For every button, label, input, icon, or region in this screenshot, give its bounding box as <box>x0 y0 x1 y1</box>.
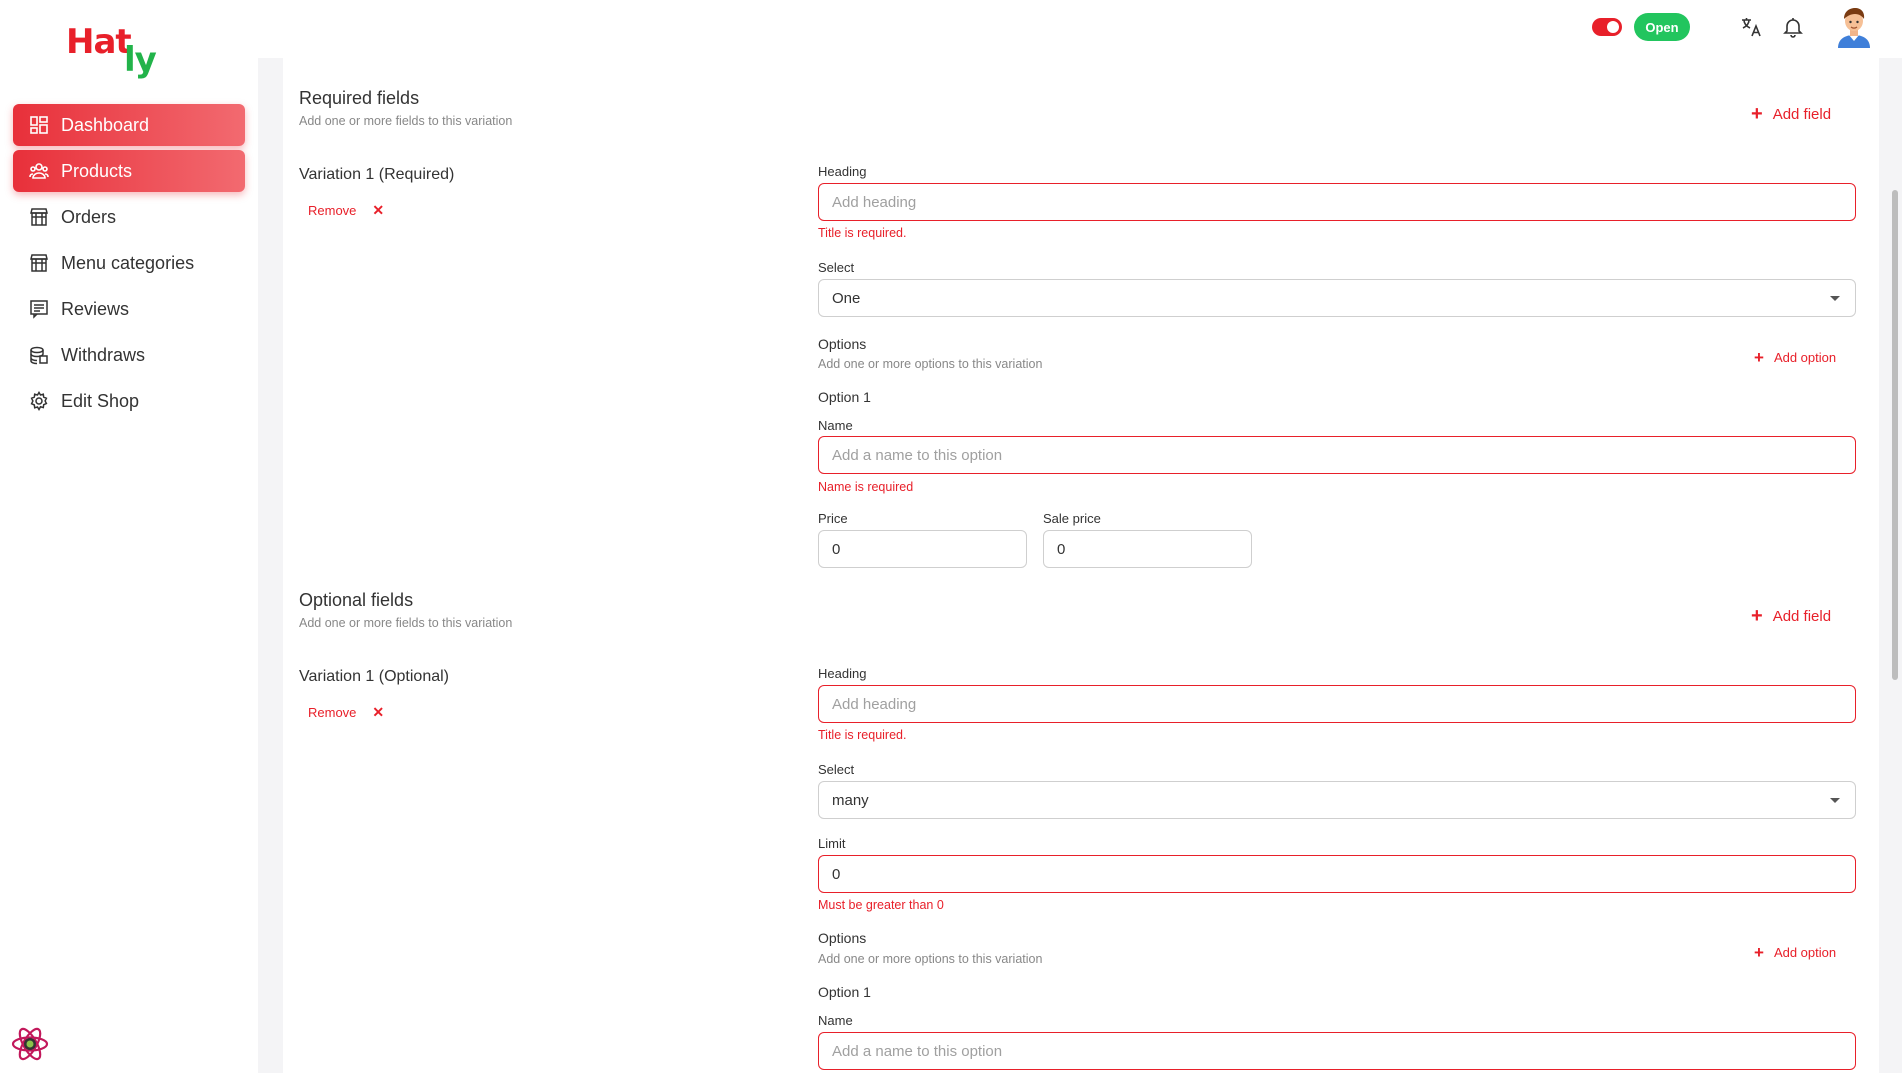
sidebar-nav: Dashboard Products Orders Menu categorie… <box>13 104 245 426</box>
sidebar-item-orders[interactable]: Orders <box>13 196 245 238</box>
sidebar-item-label: Edit Shop <box>61 390 140 411</box>
sidebar-item-label: Menu categories <box>61 252 195 273</box>
select-value: many <box>832 791 869 809</box>
option-title: Option 1 <box>818 984 871 1000</box>
logo-part-ly: ly <box>124 40 157 80</box>
select-label: Select <box>818 260 855 275</box>
sidebar-item-label: Reviews <box>61 298 130 319</box>
add-option-label: Add option <box>1773 945 1837 960</box>
option-name-input[interactable]: Add a name to this option <box>818 1032 1856 1070</box>
option-title: Option 1 <box>818 389 871 405</box>
reviews-icon <box>29 299 49 319</box>
add-option-button[interactable]: + Add option <box>1754 349 1836 366</box>
bell-icon[interactable] <box>1780 14 1806 40</box>
status-badge[interactable]: Open <box>1634 13 1690 41</box>
select-type-dropdown[interactable]: One <box>818 279 1856 317</box>
logo-part-hat: Hat <box>66 22 132 62</box>
chevron-down-icon <box>1830 295 1840 301</box>
app-logo[interactable]: Hat ly <box>66 22 166 82</box>
price-label: Price <box>818 511 848 526</box>
select-type-dropdown[interactable]: many <box>818 781 1856 819</box>
orders-icon <box>29 207 49 227</box>
option-name-placeholder: Add a name to this option <box>832 1042 1003 1060</box>
variation-title: Variation 1 (Required) <box>299 166 455 183</box>
sale-price-value: 0 <box>1057 540 1066 558</box>
heading-label: Heading <box>818 666 867 681</box>
shop-status-toggle[interactable] <box>1592 18 1622 36</box>
option-name-input[interactable]: Add a name to this option <box>818 436 1856 474</box>
option-name-error: Name is required <box>818 480 914 494</box>
add-required-field-button[interactable]: + Add field <box>1751 104 1831 124</box>
limit-error: Must be greater than 0 <box>818 898 944 912</box>
sidebar: Hat ly Dashboard Products Orders Menu ca… <box>0 0 258 1073</box>
option-name-placeholder: Add a name to this option <box>832 446 1003 464</box>
page-scrollbar[interactable] <box>1892 190 1898 680</box>
required-fields-subtitle: Add one or more fields to this variation <box>299 114 513 128</box>
sidebar-item-reviews[interactable]: Reviews <box>13 288 245 330</box>
add-field-label: Add field <box>1772 607 1832 625</box>
price-value: 0 <box>832 540 841 558</box>
react-devtools-icon[interactable] <box>10 1024 50 1064</box>
avatar[interactable] <box>1834 6 1874 48</box>
sidebar-item-menu-categories[interactable]: Menu categories <box>13 242 245 284</box>
variation-title: Variation 1 (Optional) <box>299 668 449 685</box>
options-title: Options <box>818 336 867 352</box>
heading-error: Title is required. <box>818 728 907 742</box>
limit-input[interactable]: 0 <box>818 855 1856 893</box>
sidebar-item-dashboard[interactable]: Dashboard <box>13 104 245 146</box>
dashboard-icon <box>29 115 49 135</box>
name-label: Name <box>818 418 853 433</box>
sale-price-label: Sale price <box>1043 511 1101 526</box>
required-fields-title: Required fields <box>299 88 420 108</box>
heading-input[interactable]: Add heading <box>818 685 1856 723</box>
sidebar-item-label: Dashboard <box>61 114 150 135</box>
heading-input[interactable]: Add heading <box>818 183 1856 221</box>
remove-variation-button[interactable]: Remove ✕ <box>308 202 384 219</box>
products-icon <box>29 161 49 181</box>
remove-variation-button[interactable]: Remove ✕ <box>308 704 384 721</box>
sidebar-item-label: Products <box>61 160 133 181</box>
sidebar-item-edit-shop[interactable]: Edit Shop <box>13 380 245 422</box>
name-label: Name <box>818 1013 853 1028</box>
plus-icon: + <box>1751 605 1763 627</box>
menu-categories-icon <box>29 253 49 273</box>
optional-fields-title: Optional fields <box>299 590 414 610</box>
sale-price-input[interactable]: 0 <box>1043 530 1252 568</box>
remove-label: Remove <box>308 203 357 218</box>
heading-label: Heading <box>818 164 867 179</box>
limit-label: Limit <box>818 836 846 851</box>
select-label: Select <box>818 762 855 777</box>
withdraws-icon <box>29 345 49 365</box>
gear-icon <box>29 391 49 411</box>
select-value: One <box>832 289 861 307</box>
close-icon: ✕ <box>372 704 385 720</box>
heading-placeholder: Add heading <box>832 193 917 211</box>
options-subtitle: Add one or more options to this variatio… <box>818 357 1043 371</box>
variations-form: Required fields Add one or more fields t… <box>283 58 1879 1073</box>
add-option-label: Add option <box>1773 350 1837 365</box>
close-icon: ✕ <box>372 202 385 218</box>
add-option-button[interactable]: + Add option <box>1754 944 1836 961</box>
plus-icon: + <box>1751 103 1763 125</box>
sidebar-item-label: Withdraws <box>61 344 146 365</box>
plus-icon: + <box>1754 943 1764 962</box>
heading-placeholder: Add heading <box>832 695 917 713</box>
price-input[interactable]: 0 <box>818 530 1027 568</box>
heading-error: Title is required. <box>818 226 907 240</box>
translate-icon[interactable] <box>1738 14 1764 40</box>
limit-value: 0 <box>832 865 841 883</box>
optional-fields-subtitle: Add one or more fields to this variation <box>299 616 513 630</box>
options-title: Options <box>818 930 867 946</box>
remove-label: Remove <box>308 705 357 720</box>
sidebar-item-label: Orders <box>61 206 117 227</box>
sidebar-item-products[interactable]: Products <box>13 150 245 192</box>
sidebar-item-withdraws[interactable]: Withdraws <box>13 334 245 376</box>
plus-icon: + <box>1754 348 1764 367</box>
options-subtitle: Add one or more options to this variatio… <box>818 952 1043 966</box>
add-optional-field-button[interactable]: + Add field <box>1751 606 1831 626</box>
add-field-label: Add field <box>1772 105 1832 123</box>
chevron-down-icon <box>1830 797 1840 803</box>
